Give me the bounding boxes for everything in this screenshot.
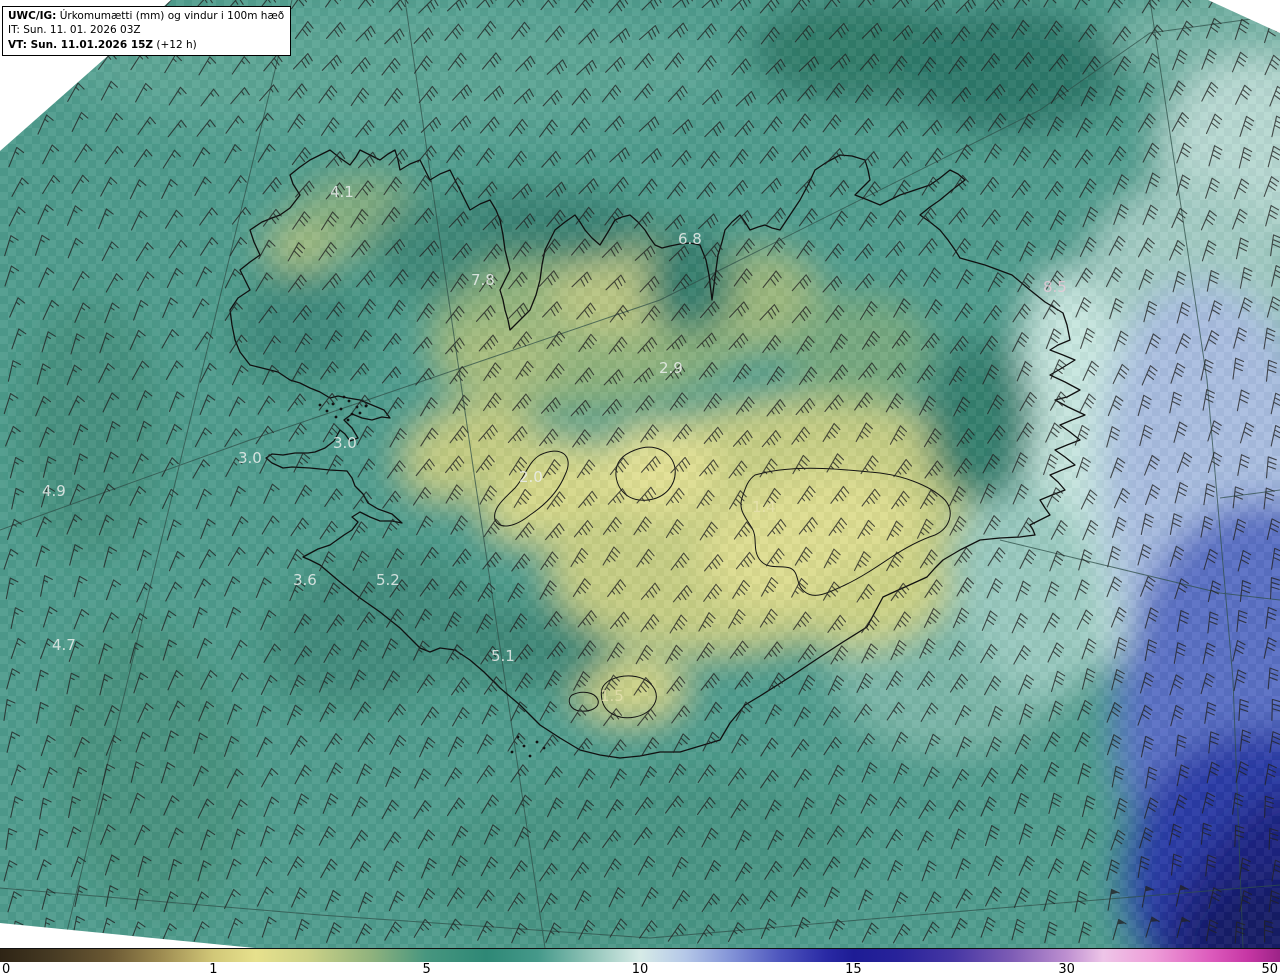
forecast-map-frame: 4.1 6.8 7.8 8.5 2.9 3.0 3.0 2.0 4.9 1.4 3.6 5.2 4.7 5… bbox=[0, 0, 1280, 978]
weather-map: 4.1 6.8 7.8 8.5 2.9 3.0 3.0 2.0 4.9 1.4 3.6 5.2 4.7 5… bbox=[0, 0, 1280, 948]
colorbar-tick-1: 1 bbox=[209, 962, 217, 978]
title-line-init: IT: Sun. 11. 01. 2026 03Z bbox=[8, 23, 284, 37]
colorbar-tick-30: 30 bbox=[1058, 962, 1075, 978]
precip-value-label: 3.6 bbox=[293, 571, 317, 589]
precip-value-label: 3.0 bbox=[333, 434, 357, 452]
title-line-product: UWC/IG: Úrkomumætti (mm) og vindur i 100… bbox=[8, 9, 284, 23]
colorbar-tick-labels: 01510153050 bbox=[0, 962, 1280, 978]
colorbar-tick-0: 0 bbox=[2, 962, 10, 978]
colorbar-tick-50: 50 bbox=[1261, 962, 1278, 978]
colorbar-tick-5: 5 bbox=[422, 962, 430, 978]
precip-value-label: 6.8 bbox=[678, 230, 702, 248]
precip-value-label: 5.1 bbox=[491, 647, 515, 665]
title-line-valid: VT: Sun. 11.01.2026 15Z (+12 h) bbox=[8, 38, 284, 52]
precip-value-label: 4.7 bbox=[52, 636, 76, 654]
precip-value-label: 2.9 bbox=[659, 359, 683, 377]
precip-value-label: 4.1 bbox=[330, 183, 354, 201]
precip-value-label: 8.5 bbox=[1043, 278, 1067, 296]
model-name: UWC/IG: bbox=[8, 10, 56, 22]
precipitation-wind-field: 4.1 6.8 7.8 8.5 2.9 3.0 3.0 2.0 4.9 1.4 3.6 5.2 4.7 5… bbox=[0, 0, 1280, 948]
precipitation-colorbar bbox=[0, 948, 1280, 963]
colorbar-tick-15: 15 bbox=[845, 962, 862, 978]
precip-value-label: 4.9 bbox=[42, 482, 66, 500]
colorbar-tick-10: 10 bbox=[632, 962, 649, 978]
precip-value-label: 5.2 bbox=[376, 571, 400, 589]
title-box: UWC/IG: Úrkomumætti (mm) og vindur i 100… bbox=[2, 6, 291, 56]
precip-value-label: 1.5 bbox=[600, 687, 624, 705]
precip-value-label: 7.8 bbox=[471, 271, 495, 289]
precip-value-label: 1.4 bbox=[752, 498, 776, 516]
precip-value-label: 3.0 bbox=[238, 449, 262, 467]
precip-value-label: 2.0 bbox=[519, 468, 543, 486]
